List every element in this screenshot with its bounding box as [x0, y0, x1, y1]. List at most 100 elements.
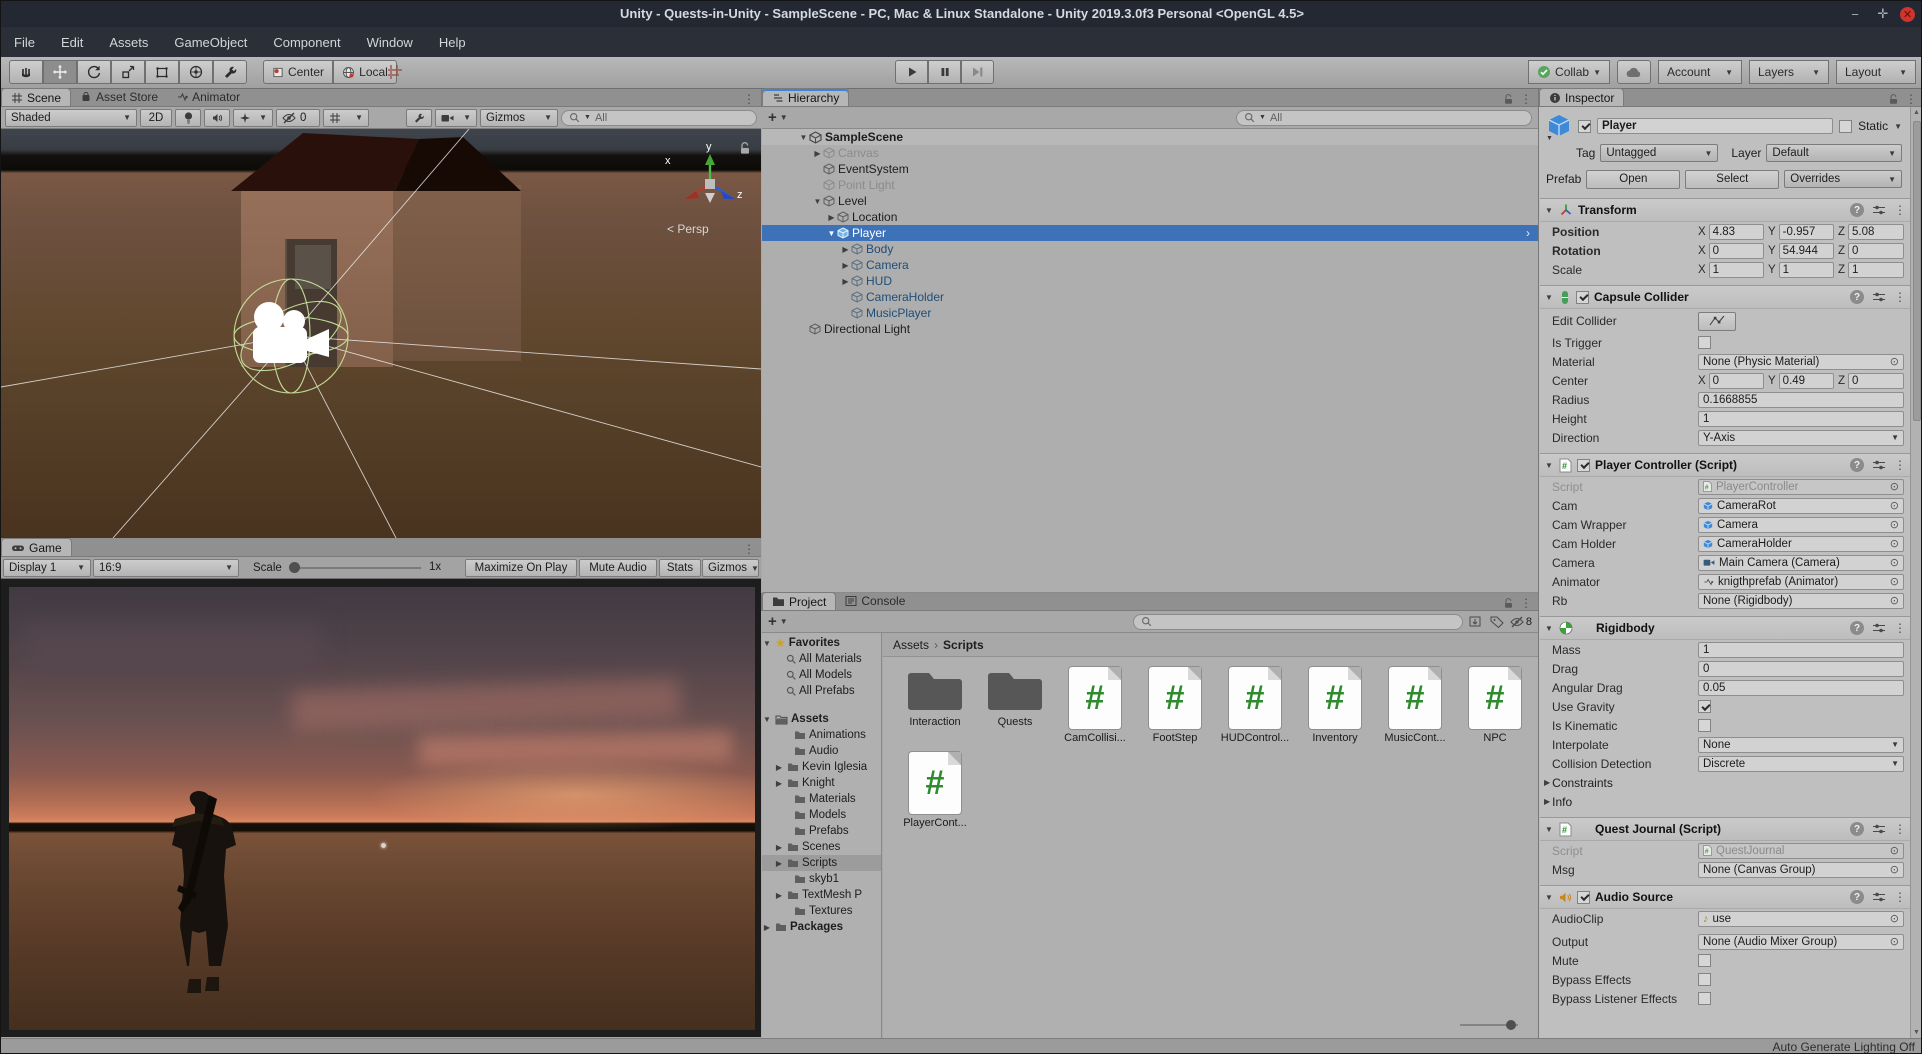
rotation-x-field[interactable]: 0 — [1709, 243, 1764, 259]
component-menu-icon[interactable]: ⋮ — [1894, 822, 1906, 836]
folder-textmeshpro[interactable]: ▶TextMesh P — [762, 887, 881, 903]
hierarchy-row-player[interactable]: ▼ Player › — [762, 225, 1538, 241]
component-enabled-checkbox[interactable] — [1577, 891, 1590, 904]
position-y-field[interactable]: -0.957 — [1779, 224, 1834, 240]
object-picker-icon[interactable]: ⊙ — [1890, 499, 1899, 512]
assets-root-folder[interactable]: ▼ Assets — [762, 711, 881, 727]
hierarchy-row-scene[interactable]: ▼ SampleScene — [762, 129, 1538, 145]
rotation-y-field[interactable]: 54.944 — [1779, 243, 1834, 259]
presets-icon[interactable] — [1872, 891, 1886, 903]
hierarchy-row-level[interactable]: ▼ Level — [762, 193, 1538, 209]
asset-script-musiccontroller[interactable]: # MusicCont... — [1375, 667, 1455, 744]
collab-dropdown[interactable]: Collab▼ — [1528, 60, 1610, 84]
scene-gizmos-dropdown[interactable]: Gizmos▼ — [480, 109, 558, 127]
static-checkbox[interactable] — [1839, 120, 1852, 133]
prefab-open-button[interactable]: Open — [1586, 170, 1680, 189]
scene-search-input[interactable]: ▼ All — [561, 110, 757, 126]
collapse-arrow-icon[interactable]: ▶ — [840, 277, 851, 286]
scene-camera-dropdown[interactable]: ▼ — [435, 109, 477, 127]
asset-script-hudcontroller[interactable]: # HUDControl... — [1215, 667, 1295, 744]
layers-dropdown[interactable]: Layers▼ — [1749, 60, 1829, 84]
play-button[interactable] — [895, 60, 928, 84]
hierarchy-lock-icon[interactable] — [1503, 93, 1514, 105]
script-object-field[interactable]: # PlayerController⊙ — [1698, 479, 1904, 495]
rb-object-field[interactable]: None (Rigidbody)⊙ — [1698, 593, 1904, 609]
pivot-toggle-button[interactable]: Center — [263, 60, 333, 84]
scrollbar-thumb[interactable] — [1913, 121, 1921, 421]
hierarchy-row-pointlight[interactable]: Point Light — [762, 177, 1538, 193]
prefab-select-button[interactable]: Select — [1685, 170, 1779, 189]
audioclip-object-field[interactable]: ♪use⊙ — [1698, 911, 1904, 927]
scroll-up-icon[interactable]: ▲ — [1913, 109, 1920, 116]
folder-scenes[interactable]: ▶Scenes — [762, 839, 881, 855]
scene-grid-dropdown[interactable]: ▼ — [323, 109, 369, 127]
scale-slider-handle[interactable] — [289, 562, 300, 573]
rect-tool-button[interactable] — [145, 60, 179, 84]
persp-label[interactable]: < Persp — [667, 222, 709, 236]
position-z-field[interactable]: 5.08 — [1848, 224, 1904, 240]
expand-arrow-icon[interactable]: ▼ — [798, 133, 809, 142]
hierarchy-row-camera[interactable]: ▶ Camera — [762, 257, 1538, 273]
tab-project[interactable]: Project — [762, 592, 836, 610]
aspect-dropdown[interactable]: 16:9▼ — [93, 559, 239, 577]
object-picker-icon[interactable]: ⊙ — [1890, 575, 1899, 588]
2d-toggle[interactable]: 2D — [140, 109, 172, 127]
grid-snap-button[interactable] — [385, 62, 405, 82]
output-object-field[interactable]: None (Audio Mixer Group)⊙ — [1698, 934, 1904, 950]
tab-inspector[interactable]: Inspector — [1539, 88, 1624, 106]
object-picker-icon[interactable]: ⊙ — [1890, 912, 1899, 925]
material-object-field[interactable]: None (Physic Material)⊙ — [1698, 354, 1904, 370]
expand-arrow-icon[interactable]: ▼ — [826, 229, 837, 238]
drag-field[interactable]: 0 — [1698, 661, 1904, 677]
help-icon[interactable]: ? — [1850, 890, 1864, 904]
rotate-tool-button[interactable] — [77, 60, 111, 84]
inspector-menu-icon[interactable]: ⋮ — [1905, 92, 1917, 106]
cam-object-field[interactable]: CameraRot⊙ — [1698, 498, 1904, 514]
object-picker-icon[interactable]: ⊙ — [1890, 355, 1899, 368]
project-add-button[interactable]: +▼ — [768, 613, 788, 630]
object-picker-icon[interactable]: ⊙ — [1890, 518, 1899, 531]
scale-tool-button[interactable] — [111, 60, 145, 84]
expand-arrow-icon[interactable]: ▼ — [812, 197, 823, 206]
info-foldout[interactable]: Info — [1552, 795, 1572, 809]
center-y-field[interactable]: 0.49 — [1779, 373, 1834, 389]
collision-detection-dropdown[interactable]: Discrete▼ — [1698, 756, 1904, 772]
tab-animator[interactable]: Animator — [167, 88, 249, 106]
collapse-arrow-icon[interactable]: ▶ — [1544, 778, 1550, 787]
scale-y-field[interactable]: 1 — [1779, 262, 1834, 278]
menu-edit[interactable]: Edit — [48, 35, 96, 50]
tab-hierarchy[interactable]: Hierarchy — [762, 88, 849, 106]
center-x-field[interactable]: 0 — [1709, 373, 1764, 389]
presets-icon[interactable] — [1872, 204, 1886, 216]
menu-component[interactable]: Component — [260, 35, 353, 50]
folder-scripts[interactable]: ▶Scripts — [762, 855, 881, 871]
orientation-gizmo[interactable] — [677, 151, 743, 213]
rotation-z-field[interactable]: 0 — [1848, 243, 1904, 259]
game-panel-menu-icon[interactable]: ⋮ — [743, 542, 755, 556]
help-icon[interactable]: ? — [1850, 203, 1864, 217]
capsule-collider-header[interactable]: ▼ Capsule Collider ? ⋮ — [1540, 285, 1910, 309]
prefab-open-chevron-icon[interactable]: › — [1526, 226, 1538, 240]
folder-animations[interactable]: Animations — [762, 727, 881, 743]
project-visibility-button[interactable]: 8 — [1510, 616, 1532, 628]
transform-header[interactable]: ▼ Transform ? ⋮ — [1540, 198, 1910, 222]
gameobject-icon-button[interactable]: ▼ — [1546, 113, 1572, 139]
breadcrumb-scripts[interactable]: Scripts — [943, 638, 984, 652]
cam-holder-object-field[interactable]: CameraHolder⊙ — [1698, 536, 1904, 552]
menu-help[interactable]: Help — [426, 35, 479, 50]
help-icon[interactable]: ? — [1850, 621, 1864, 635]
folder-audio[interactable]: Audio — [762, 743, 881, 759]
lighting-status[interactable]: Auto Generate Lighting Off — [1772, 1040, 1915, 1054]
lighting-toggle[interactable] — [175, 109, 201, 127]
object-picker-icon[interactable]: ⊙ — [1890, 594, 1899, 607]
scene-lock-icon[interactable] — [739, 141, 751, 155]
scale-x-field[interactable]: 1 — [1709, 262, 1764, 278]
tag-dropdown[interactable]: Untagged▼ — [1600, 144, 1718, 162]
folder-kevin-iglesias[interactable]: ▶Kevin Iglesia — [762, 759, 881, 775]
folder-prefabs[interactable]: Prefabs — [762, 823, 881, 839]
account-dropdown[interactable]: Account▼ — [1658, 60, 1742, 84]
collapse-arrow-icon[interactable]: ▶ — [1544, 797, 1550, 806]
layer-dropdown[interactable]: Default▼ — [1766, 144, 1902, 162]
component-menu-icon[interactable]: ⋮ — [1894, 458, 1906, 472]
direction-dropdown[interactable]: Y-Axis▼ — [1698, 430, 1904, 446]
